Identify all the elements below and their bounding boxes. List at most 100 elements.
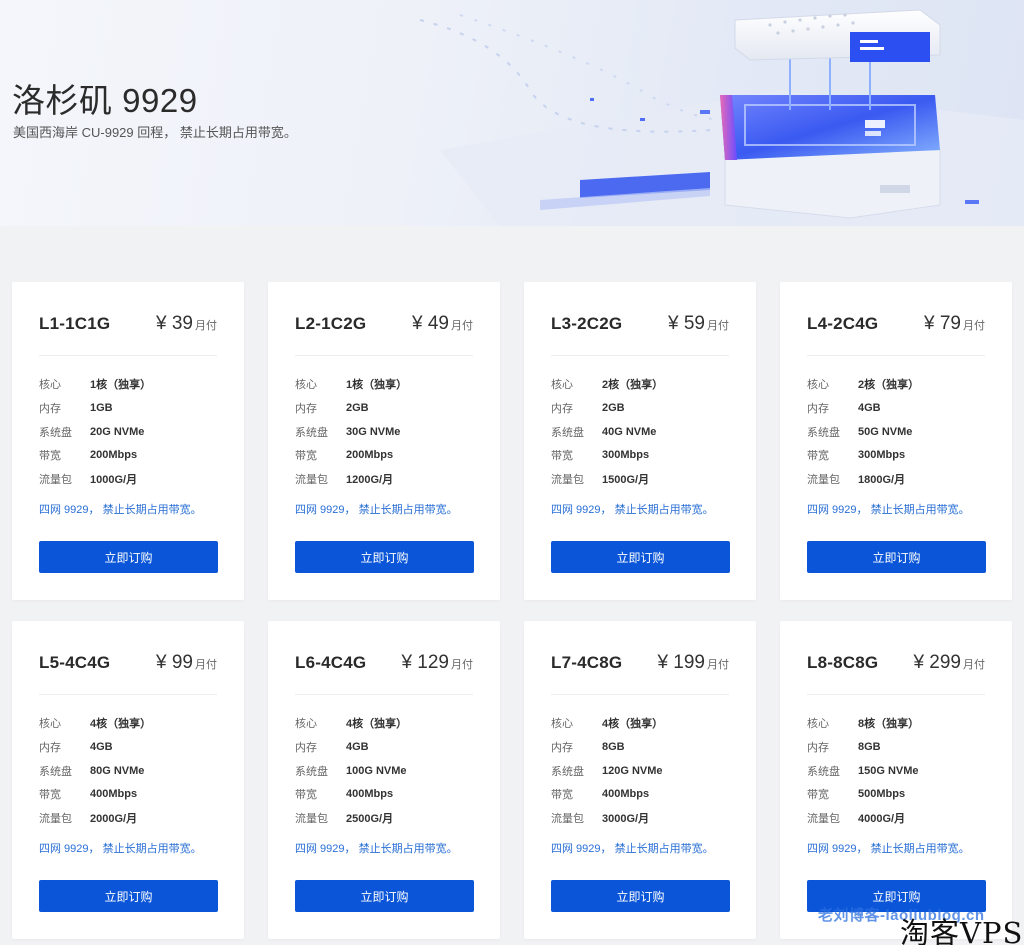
spec-disk: 系统盘 50G NVMe — [807, 426, 913, 439]
order-button[interactable]: 立即订购 — [39, 541, 218, 573]
divider — [551, 355, 729, 356]
spec-bandwidth: 带宽 300Mbps — [807, 449, 906, 462]
spec-bandwidth: 带宽 400Mbps — [39, 788, 138, 801]
plan-card: L3-2C2G ¥ 59 月付 核心 2核（独享） 内存 2GB 系统盘 40G NVM… — [524, 282, 756, 600]
plan-note: 四网 9929， 禁止长期占用带宽。 — [551, 843, 714, 855]
divider — [295, 355, 473, 356]
spec-core: 核心 8核（独享） — [807, 718, 920, 730]
spec-traffic: 流量包 4000G/月 — [807, 813, 906, 825]
plan-price: ¥ 129 月付 — [401, 652, 473, 673]
spec-disk: 系统盘 40G NVMe — [551, 426, 657, 439]
plan-price: ¥ 299 月付 — [913, 652, 985, 673]
spec-traffic: 流量包 1000G/月 — [39, 474, 138, 486]
divider — [39, 694, 217, 695]
order-button[interactable]: 立即订购 — [295, 880, 474, 912]
price-unit: 月付 — [707, 320, 729, 332]
spec-disk: 系统盘 20G NVMe — [39, 426, 145, 439]
plan-note: 四网 9929， 禁止长期占用带宽。 — [39, 504, 202, 516]
plan-price: ¥ 49 月付 — [412, 313, 473, 334]
hero-banner: 洛杉矶 9929 美国西海岸 CU-9929 回程， 禁止长期占用带宽。 — [0, 0, 1024, 226]
plan-name: L1-1C1G — [39, 314, 111, 333]
plan-name: L4-2C4G — [807, 314, 879, 333]
plan-note: 四网 9929， 禁止长期占用带宽。 — [551, 504, 714, 516]
order-button[interactable]: 立即订购 — [551, 880, 730, 912]
site-watermark: 淘客VPS — [900, 916, 1024, 945]
order-button[interactable]: 立即订购 — [551, 541, 730, 573]
plan-name: L7-4C8G — [551, 653, 623, 672]
spec-bandwidth: 带宽 200Mbps — [295, 449, 394, 462]
spec-traffic: 流量包 2500G/月 — [295, 813, 394, 825]
spec-disk: 系统盘 120G NVMe — [551, 765, 663, 778]
spec-bandwidth: 带宽 400Mbps — [551, 788, 650, 801]
order-button[interactable]: 立即订购 — [295, 541, 474, 573]
plan-name: L5-4C4G — [39, 653, 111, 672]
spec-core: 核心 1核（独享） — [39, 379, 152, 391]
plan-price: ¥ 59 月付 — [668, 313, 729, 334]
plan-card: L5-4C4G ¥ 99 月付 核心 4核（独享） 内存 4GB 系统盘 80G NVM… — [12, 621, 244, 939]
plan-name: L6-4C4G — [295, 653, 367, 672]
spec-bandwidth: 带宽 300Mbps — [551, 449, 650, 462]
plan-card: L2-1C2G ¥ 49 月付 核心 1核（独享） 内存 2GB 系统盘 30G NVM… — [268, 282, 500, 600]
spec-memory: 内存 8GB — [807, 741, 881, 754]
spec-core: 核心 2核（独享） — [807, 379, 920, 391]
plan-price: ¥ 99 月付 — [156, 652, 217, 673]
plan-card: L4-2C4G ¥ 79 月付 核心 2核（独享） 内存 4GB 系统盘 50G NVM… — [780, 282, 1012, 600]
spec-disk: 系统盘 30G NVMe — [295, 426, 401, 439]
spec-bandwidth: 带宽 500Mbps — [807, 788, 906, 801]
spec-memory: 内存 2GB — [295, 402, 369, 415]
spec-core: 核心 4核（独享） — [295, 718, 408, 730]
spec-memory: 内存 8GB — [551, 741, 625, 754]
plan-note: 四网 9929， 禁止长期占用带宽。 — [807, 843, 970, 855]
spec-memory: 内存 1GB — [39, 402, 113, 415]
price-unit: 月付 — [451, 320, 473, 332]
divider — [39, 355, 217, 356]
spec-core: 核心 2核（独享） — [551, 379, 664, 391]
price-unit: 月付 — [195, 320, 217, 332]
spec-memory: 内存 2GB — [551, 402, 625, 415]
divider — [807, 694, 985, 695]
spec-memory: 内存 4GB — [39, 741, 113, 754]
plan-price: ¥ 39 月付 — [156, 313, 217, 334]
spec-traffic: 流量包 1800G/月 — [807, 474, 906, 486]
price-unit: 月付 — [451, 659, 473, 671]
plan-name: L8-8C8G — [807, 653, 879, 672]
spec-traffic: 流量包 2000G/月 — [39, 813, 138, 825]
spec-core: 核心 4核（独享） — [39, 718, 152, 730]
plan-price: ¥ 199 月付 — [657, 652, 729, 673]
plan-note: 四网 9929， 禁止长期占用带宽。 — [807, 504, 970, 516]
divider — [551, 694, 729, 695]
page-subtitle: 美国西海岸 CU-9929 回程， 禁止长期占用带宽。 — [13, 125, 297, 140]
plan-name: L3-2C2G — [551, 314, 623, 333]
spec-memory: 内存 4GB — [295, 741, 369, 754]
spec-traffic: 流量包 1200G/月 — [295, 474, 394, 486]
divider — [295, 694, 473, 695]
spec-traffic: 流量包 3000G/月 — [551, 813, 650, 825]
spec-disk: 系统盘 80G NVMe — [39, 765, 145, 778]
price-unit: 月付 — [707, 659, 729, 671]
spec-memory: 内存 4GB — [807, 402, 881, 415]
plan-price: ¥ 79 月付 — [924, 313, 985, 334]
plan-note: 四网 9929， 禁止长期占用带宽。 — [39, 843, 202, 855]
spec-disk: 系统盘 100G NVMe — [295, 765, 407, 778]
plan-card: L1-1C1G ¥ 39 月付 核心 1核（独享） 内存 1GB 系统盘 20G NVM… — [12, 282, 244, 600]
price-unit: 月付 — [963, 659, 985, 671]
spec-traffic: 流量包 1500G/月 — [551, 474, 650, 486]
divider — [807, 355, 985, 356]
order-button[interactable]: 立即订购 — [39, 880, 218, 912]
spec-core: 核心 4核（独享） — [551, 718, 664, 730]
spec-bandwidth: 带宽 200Mbps — [39, 449, 138, 462]
spec-core: 核心 1核（独享） — [295, 379, 408, 391]
page-title: 洛杉矶 9929 — [12, 82, 198, 119]
plan-card: L6-4C4G ¥ 129 月付 核心 4核（独享） 内存 4GB 系统盘 100G N… — [268, 621, 500, 939]
spec-disk: 系统盘 150G NVMe — [807, 765, 919, 778]
server-illustration — [419, 9, 1024, 226]
price-unit: 月付 — [195, 659, 217, 671]
plan-card: L7-4C8G ¥ 199 月付 核心 4核（独享） 内存 8GB 系统盘 120G N… — [524, 621, 756, 939]
spec-bandwidth: 带宽 400Mbps — [295, 788, 394, 801]
price-unit: 月付 — [963, 320, 985, 332]
plan-name: L2-1C2G — [295, 314, 367, 333]
plan-note: 四网 9929， 禁止长期占用带宽。 — [295, 843, 458, 855]
plan-note: 四网 9929， 禁止长期占用带宽。 — [295, 504, 458, 516]
order-button[interactable]: 立即订购 — [807, 541, 986, 573]
plan-card: L8-8C8G ¥ 299 月付 核心 8核（独享） 内存 8GB 系统盘 150G N… — [780, 621, 1012, 939]
